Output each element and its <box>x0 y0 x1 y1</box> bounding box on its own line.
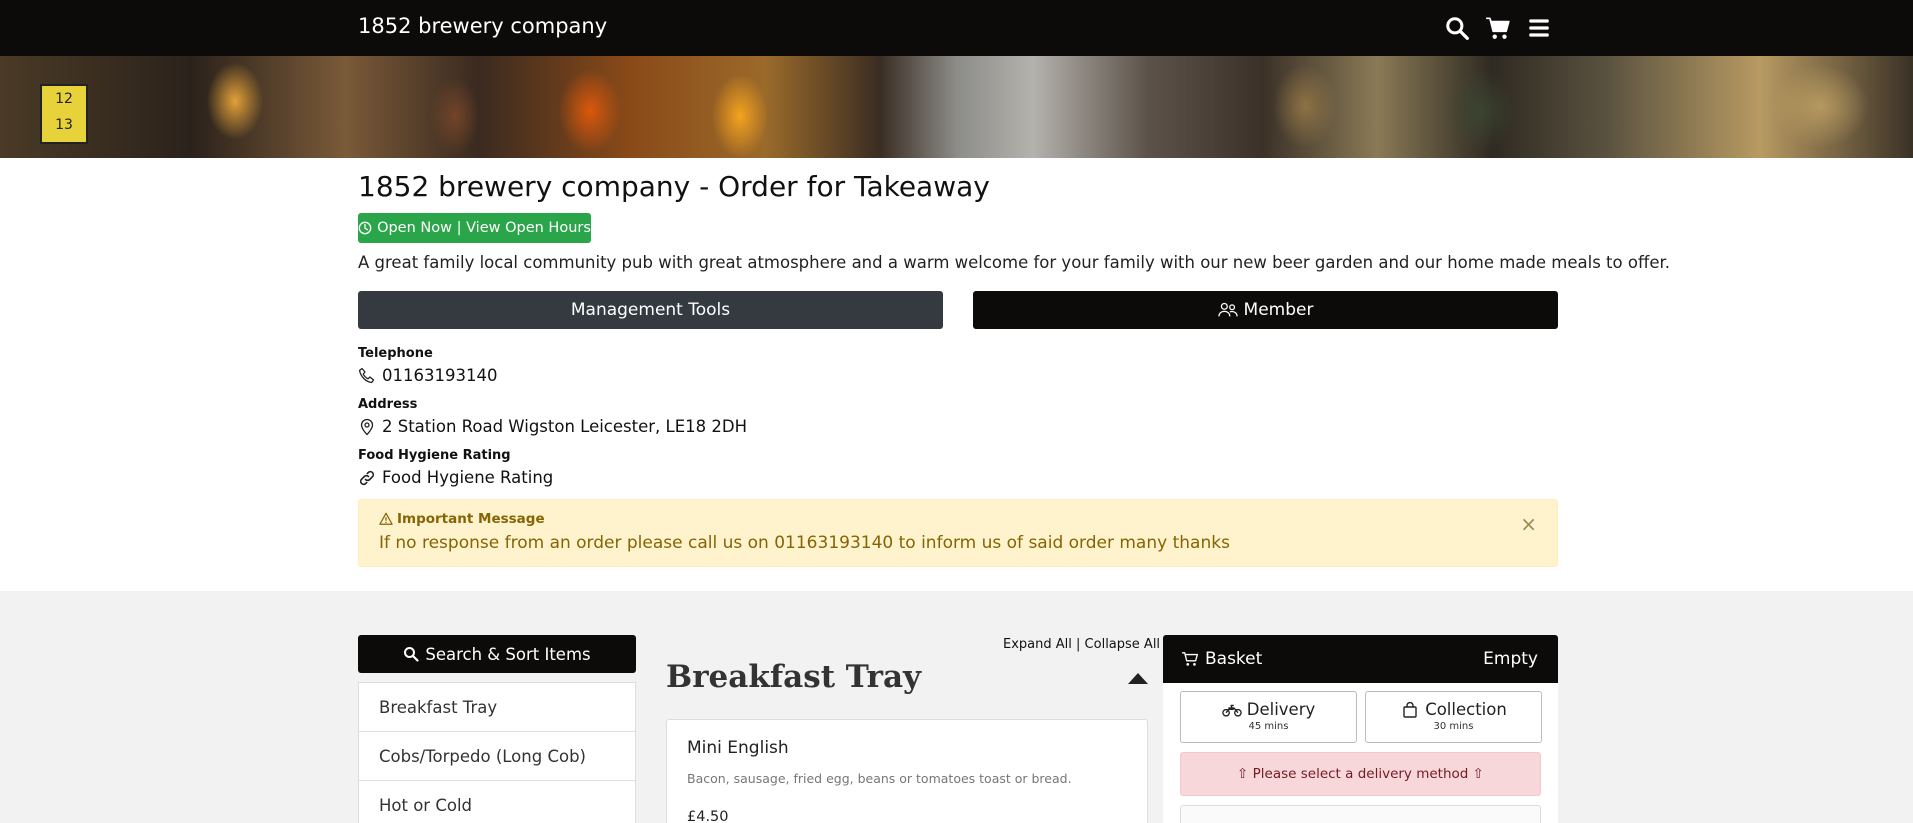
select-delivery-warning: ⇧ Please select a delivery method ⇧ <box>1180 752 1541 796</box>
hygiene-rating-link[interactable]: Food Hygiene Rating <box>358 468 553 487</box>
collection-time: 30 mins <box>1433 721 1474 732</box>
address-label: Address <box>358 397 418 412</box>
menu-icon[interactable] <box>1526 15 1552 41</box>
expand-all-link[interactable]: Expand All <box>1003 637 1072 652</box>
collection-label: Collection <box>1425 700 1507 719</box>
delivery-label: Delivery <box>1246 700 1316 719</box>
category-item-hot-or-cold[interactable]: Hot or Cold <box>359 781 635 823</box>
basket-status: Empty <box>1483 649 1538 669</box>
collapse-all-link[interactable]: Collapse All <box>1085 637 1161 652</box>
motorcycle-icon <box>1221 704 1242 717</box>
telephone-number: 01163193140 <box>382 366 498 385</box>
cart-icon <box>1182 652 1199 666</box>
alert-message: If no response from an order please call… <box>379 533 1230 553</box>
delivery-time: 45 mins <box>1248 721 1289 732</box>
hygiene-label: Food Hygiene Rating <box>358 448 511 463</box>
delivery-option-button[interactable]: Delivery 45 mins <box>1180 691 1357 743</box>
open-hours-button[interactable]: Open Now | View Open Hours <box>358 213 591 243</box>
item-name: Mini English <box>687 738 789 758</box>
alert-title: Important Message <box>379 511 545 527</box>
basket-title: Basket <box>1181 649 1262 669</box>
cart-icon[interactable] <box>1485 15 1511 41</box>
search-sort-label: Search & Sort Items <box>425 644 591 664</box>
expand-separator: | <box>1076 637 1081 652</box>
expand-collapse-controls: Expand All | Collapse All <box>1003 637 1160 652</box>
open-hours-label: Open Now | View Open Hours <box>377 220 591 236</box>
address-text: 2 Station Road Wigston Leicester, LE18 2… <box>382 417 747 436</box>
basket-body: Delivery 45 mins Collection 30 mins ⇧ Pl… <box>1163 683 1558 823</box>
hero-banner-image: 12 13 <box>0 56 1913 158</box>
close-icon[interactable]: × <box>1520 512 1537 536</box>
menu-item-card[interactable]: Mini English Bacon, sausage, fried egg, … <box>666 719 1148 823</box>
basket-content-area <box>1180 805 1541 823</box>
address-value: 2 Station Road Wigston Leicester, LE18 2… <box>358 417 747 436</box>
clock-icon <box>358 221 372 235</box>
important-message-alert: Important Message If no response from an… <box>358 499 1558 567</box>
hero-sign: 12 13 <box>40 84 88 144</box>
search-icon <box>404 647 419 662</box>
shopping-bag-icon <box>1403 701 1417 718</box>
telephone-value[interactable]: 01163193140 <box>358 366 497 385</box>
warning-icon <box>379 512 393 525</box>
search-sort-button[interactable]: Search & Sort Items <box>358 635 636 673</box>
category-list: Breakfast Tray Cobs/Torpedo (Long Cob) H… <box>358 682 636 823</box>
collection-option-button[interactable]: Collection 30 mins <box>1365 691 1542 743</box>
hygiene-link-text: Food Hygiene Rating <box>382 468 554 487</box>
brand-name[interactable]: 1852 brewery company <box>358 14 607 38</box>
top-navbar: 1852 brewery company <box>0 0 1913 56</box>
page-title: 1852 brewery company - Order for Takeawa… <box>358 170 990 203</box>
member-button[interactable]: Member <box>973 291 1558 329</box>
alert-title-text: Important Message <box>397 511 545 527</box>
item-price: £4.50 <box>687 809 729 823</box>
link-icon <box>359 470 375 485</box>
venue-description: A great family local community pub with … <box>358 253 1670 272</box>
caret-up-icon[interactable] <box>1128 673 1148 684</box>
management-tools-label: Management Tools <box>570 300 731 320</box>
category-item-cobs-torpedo[interactable]: Cobs/Torpedo (Long Cob) <box>359 732 635 781</box>
basket-header: Basket Empty <box>1163 635 1558 683</box>
member-label: Member <box>1243 300 1314 320</box>
map-pin-icon <box>360 418 374 435</box>
category-item-breakfast-tray[interactable]: Breakfast Tray <box>359 683 635 732</box>
section-title: Breakfast Tray <box>666 659 922 695</box>
phone-icon <box>358 367 375 383</box>
basket-title-text: Basket <box>1205 649 1263 669</box>
telephone-label: Telephone <box>358 346 433 361</box>
search-icon[interactable] <box>1444 15 1470 41</box>
members-icon <box>1217 302 1238 317</box>
item-description: Bacon, sausage, fried egg, beans or toma… <box>687 771 1072 786</box>
management-tools-button[interactable]: Management Tools <box>358 291 943 329</box>
